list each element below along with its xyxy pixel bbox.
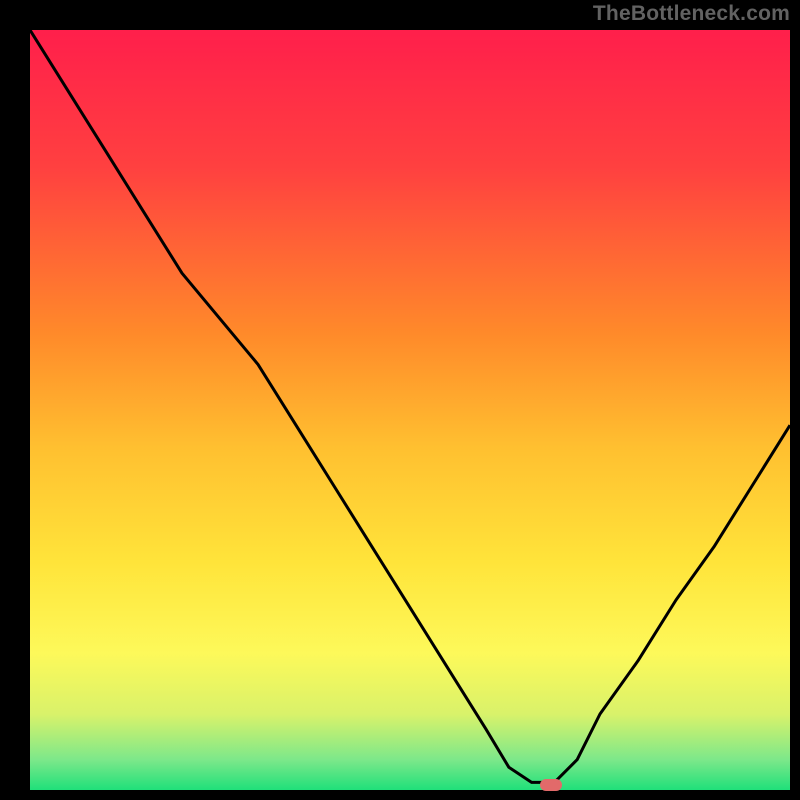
chart-frame [30,30,790,790]
chart-background-gradient [30,30,790,790]
watermark-text: TheBottleneck.com [593,2,790,26]
bottleneck-chart [30,30,790,790]
optimum-marker [540,779,562,791]
